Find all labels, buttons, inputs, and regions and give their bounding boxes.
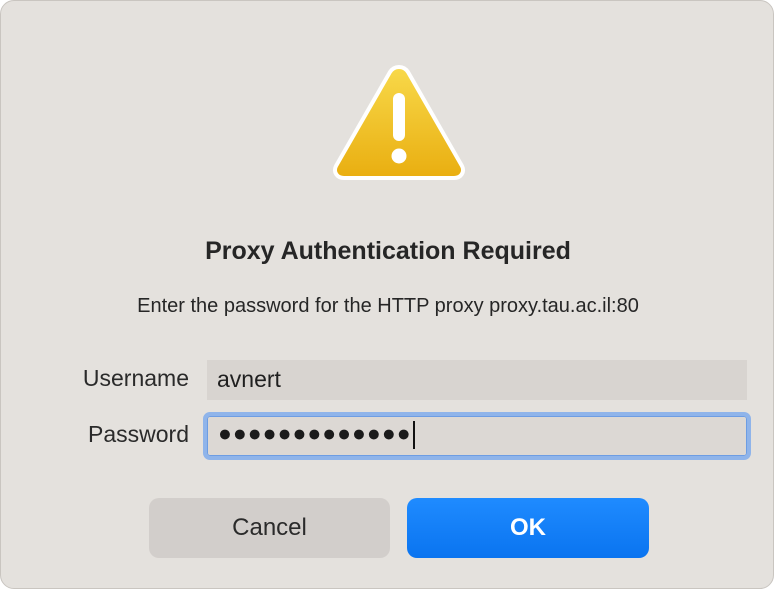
password-field[interactable]: ●●●●●●●●●●●●● [203, 412, 751, 460]
password-masked-value: ●●●●●●●●●●●●● [218, 420, 412, 446]
text-cursor [412, 420, 415, 449]
dialog-title: Proxy Authentication Required [205, 237, 571, 265]
warning-triangle-icon [333, 65, 465, 180]
dialog-message: Enter the password for the HTTP proxy pr… [137, 295, 639, 317]
proxy-auth-dialog: Proxy Authentication Required Enter the … [0, 0, 774, 589]
cancel-button[interactable]: Cancel [149, 498, 390, 558]
username-label: Username [82, 365, 189, 391]
password-label: Password [88, 421, 189, 447]
username-value: avnert [217, 366, 281, 392]
username-field[interactable]: avnert [207, 360, 747, 400]
ok-button[interactable]: OK [407, 498, 649, 558]
